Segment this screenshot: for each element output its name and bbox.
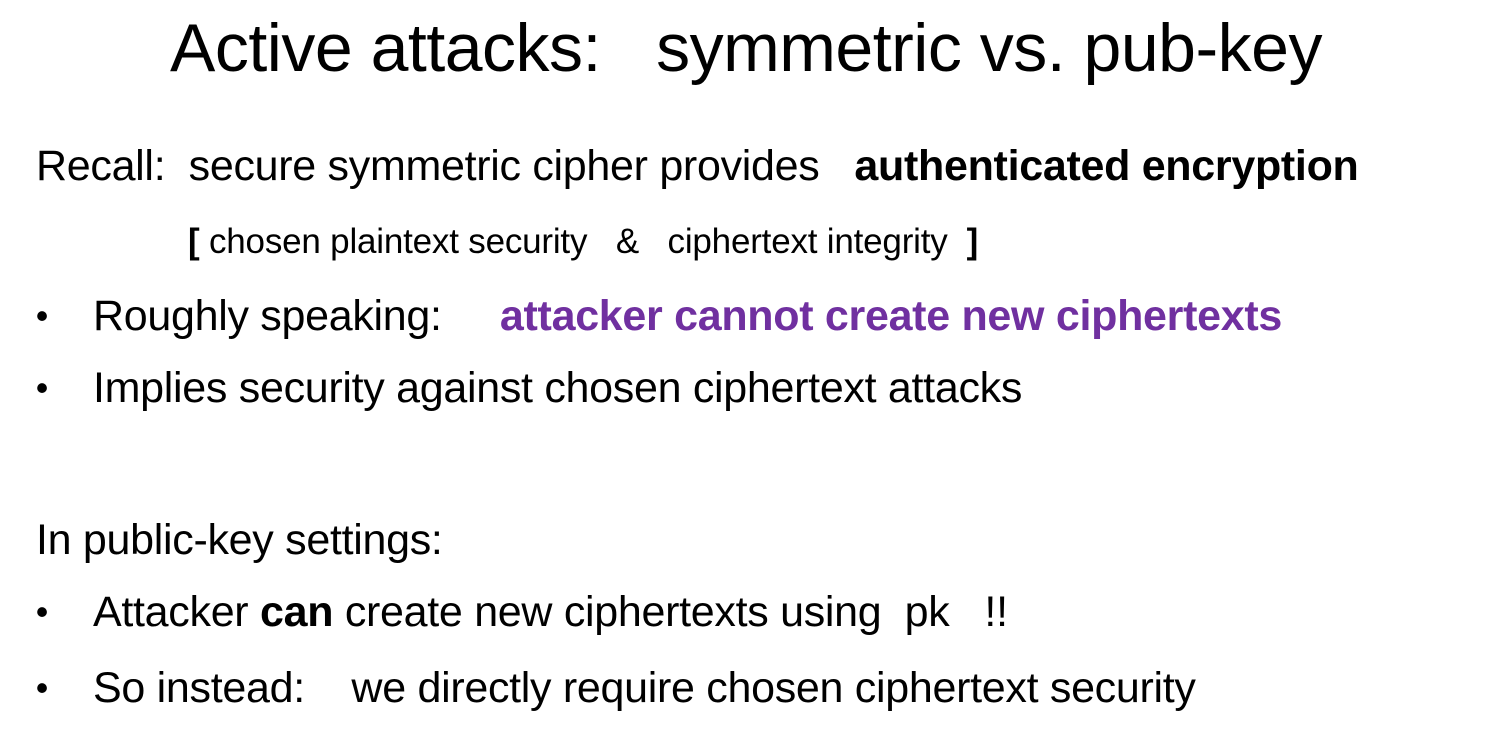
bullet-marker: •: [35, 295, 49, 336]
bullet-attacker-can: Attacker can create new ciphertexts usin…: [93, 586, 1008, 638]
bullet-lead-text: Roughly speaking:: [93, 292, 500, 340]
bullet-so-instead: So instead: we directly require chosen c…: [93, 664, 1196, 712]
bullet-bold-text: can: [259, 588, 334, 636]
bullet-marker: •: [35, 591, 49, 632]
bracket-line: [ chosen plaintext security & ciphertext…: [188, 220, 978, 264]
recall-emphasis-text: authenticated encryption: [854, 142, 1359, 190]
bullet-post-text: create new ciphertexts using pk !!: [333, 588, 1008, 636]
pk-heading: In public-key settings:: [36, 516, 443, 564]
bullet-pre-text: Attacker: [93, 588, 260, 636]
bracket-text: chosen plaintext security & ciphertext i…: [199, 222, 967, 261]
recall-line: Recall: secure symmetric cipher provides…: [36, 140, 1359, 192]
bullet-marker: •: [35, 367, 49, 408]
bullet-roughly-speaking: Roughly speaking: attacker cannot create…: [93, 290, 1282, 342]
recall-lead-text: Recall: secure symmetric cipher provides: [36, 142, 855, 190]
bullet-emphasis-text: attacker cannot create new ciphertexts: [499, 292, 1282, 340]
bullet-marker: •: [35, 667, 49, 708]
slide-title: Active attacks: symmetric vs. pub-key: [170, 10, 1322, 86]
open-bracket: [: [188, 222, 200, 261]
slide: Active attacks: symmetric vs. pub-key Re…: [0, 0, 1492, 755]
close-bracket: ]: [966, 222, 979, 261]
bullet-implies-security: Implies security against chosen cipherte…: [93, 364, 1023, 412]
